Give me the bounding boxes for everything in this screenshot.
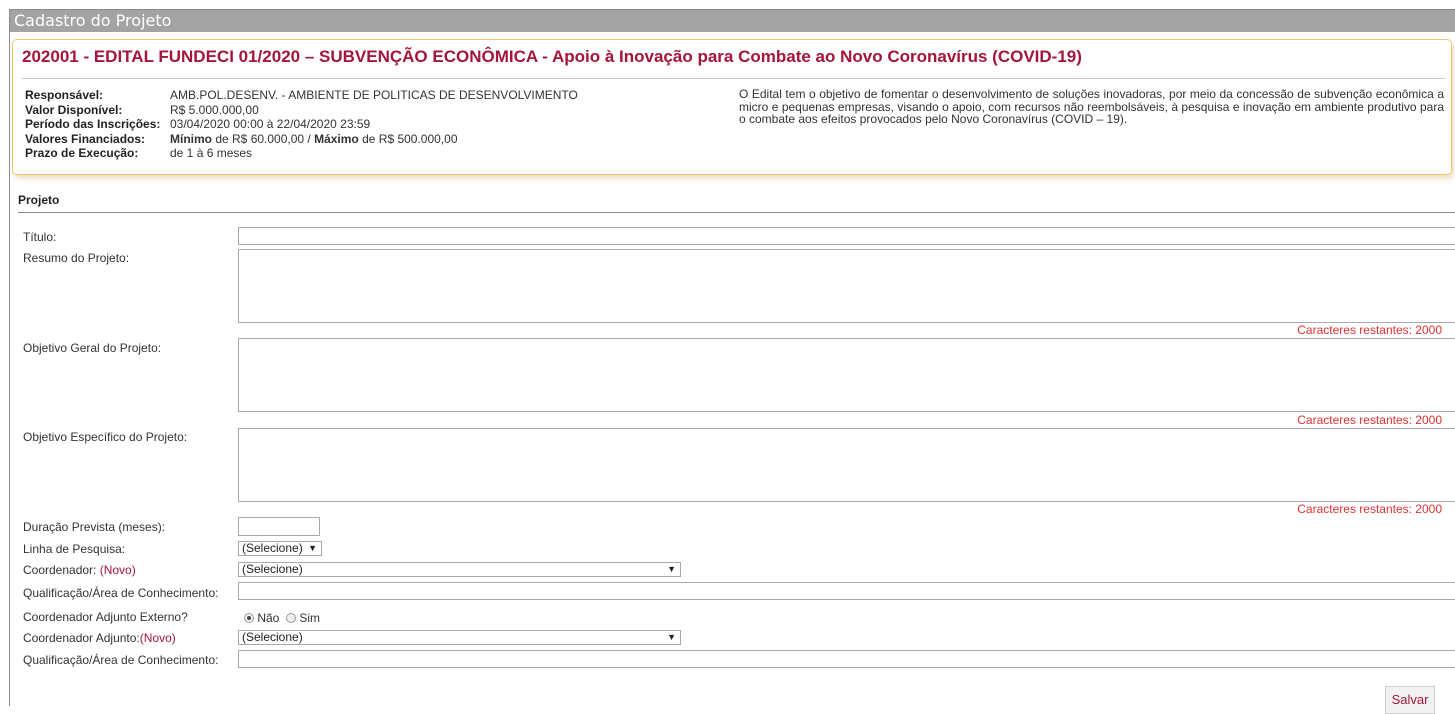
qualificacao-coordenador-label: Qualificação/Área de Conhecimento: bbox=[23, 586, 219, 600]
coordenador-adjunto-novo-link[interactable]: (Novo) bbox=[140, 631, 176, 645]
coordenador-novo-link[interactable]: (Novo) bbox=[100, 563, 136, 577]
valor-disponivel-value: R$ 5.000.000,00 bbox=[170, 102, 259, 117]
coordenador-label: Coordenador: (Novo) bbox=[23, 563, 136, 577]
resumo-label: Resumo do Projeto: bbox=[23, 251, 130, 265]
valor-minimo-label: Mínimo bbox=[170, 131, 212, 146]
periodo-value: 03/04/2020 00:00 à 22/04/2020 23:59 bbox=[170, 117, 371, 132]
chevron-down-icon: ▼ bbox=[308, 543, 317, 553]
duracao-label: Duração Prevista (meses): bbox=[23, 520, 166, 534]
valor-maximo-label: Máximo bbox=[314, 131, 359, 146]
radio-sim[interactable] bbox=[286, 613, 297, 623]
linha-pesquisa-selected: (Selecione) bbox=[242, 541, 303, 555]
responsavel-label: Responsável: bbox=[25, 88, 104, 102]
save-button[interactable]: Salvar bbox=[1385, 686, 1435, 714]
valores-financiados-label: Valores Financiados: bbox=[25, 131, 146, 146]
resumo-chars-remaining: Caracteres restantes: 2000 bbox=[1297, 323, 1442, 337]
edital-info-table: Responsável: AMB.POL.DESENV. - AMBIENTE … bbox=[25, 88, 578, 161]
objetivo-geral-chars-remaining: Caracteres restantes: 2000 bbox=[1297, 413, 1442, 427]
prazo-value: de 1 à 6 meses bbox=[170, 146, 253, 161]
objetivo-especifico-label: Objetivo Específico do Projeto: bbox=[23, 430, 188, 444]
window-title: Cadastro do Projeto bbox=[10, 10, 1455, 32]
periodo-label: Período das Inscrições: bbox=[25, 117, 161, 132]
objetivo-geral-label: Objetivo Geral do Projeto: bbox=[23, 341, 162, 355]
coordenador-select[interactable]: (Selecione) ▼ bbox=[238, 562, 681, 577]
responsavel-value: AMB.POL.DESENV. - AMBIENTE DE POLITICAS … bbox=[170, 88, 578, 102]
titulo-label: Título: bbox=[23, 230, 57, 244]
radio-nao[interactable] bbox=[244, 613, 254, 623]
edital-summary-panel: 202001 - EDITAL FUNDECI 01/2020 – SUBVEN… bbox=[12, 39, 1452, 175]
coordenador-selected: (Selecione) bbox=[242, 562, 303, 576]
adjunto-externo-label: Coordenador Adjunto Externo? bbox=[23, 610, 188, 624]
adjunto-externo-radio-group: Não Sim bbox=[244, 611, 320, 625]
chevron-down-icon: ▼ bbox=[667, 632, 676, 642]
resumo-textarea[interactable] bbox=[238, 249, 1455, 323]
qualificacao-adjunto-input[interactable] bbox=[238, 650, 1455, 668]
valor-disponivel-label: Valor Disponível: bbox=[25, 102, 123, 117]
valor-minimo-value: de R$ 60.000,00 / bbox=[212, 131, 315, 146]
qualificacao-coordenador-input[interactable] bbox=[238, 582, 1455, 600]
coordenador-adjunto-label-text: Coordenador Adjunto: bbox=[23, 631, 140, 645]
objetivo-geral-textarea[interactable] bbox=[238, 338, 1455, 412]
edital-title: 202001 - EDITAL FUNDECI 01/2020 – SUBVEN… bbox=[22, 47, 1082, 66]
duracao-input[interactable] bbox=[238, 517, 320, 536]
objetivo-especifico-chars-remaining: Caracteres restantes: 2000 bbox=[1297, 502, 1442, 516]
titulo-input[interactable] bbox=[238, 227, 1455, 245]
coordenador-adjunto-selected: (Selecione) bbox=[242, 630, 303, 644]
coordenador-label-text: Coordenador: bbox=[23, 563, 100, 577]
coordenador-adjunto-select[interactable]: (Selecione) ▼ bbox=[238, 630, 681, 645]
coordenador-adjunto-label: Coordenador Adjunto:(Novo) bbox=[23, 631, 176, 645]
qualificacao-adjunto-label: Qualificação/Área de Conhecimento: bbox=[23, 653, 219, 667]
objetivo-especifico-textarea[interactable] bbox=[238, 428, 1455, 502]
radio-sim-label: Sim bbox=[299, 611, 321, 625]
valores-financiados-value: Mínimo de R$ 60.000,00 / Máximo de R$ 50… bbox=[170, 132, 578, 147]
section-divider bbox=[18, 212, 1455, 213]
section-title-projeto: Projeto bbox=[18, 193, 60, 207]
edital-divider bbox=[22, 78, 1445, 79]
project-form-window: Cadastro do Projeto 202001 - EDITAL FUND… bbox=[9, 9, 1455, 714]
prazo-label: Prazo de Execução: bbox=[25, 146, 139, 161]
linha-pesquisa-select[interactable]: (Selecione) ▼ bbox=[238, 541, 322, 556]
chevron-down-icon: ▼ bbox=[667, 564, 676, 574]
edital-description: O Edital tem o objetivo de fomentar o de… bbox=[739, 87, 1444, 126]
radio-nao-label: Não bbox=[257, 611, 280, 625]
valor-maximo-value: de R$ 500.000,00 bbox=[358, 131, 458, 146]
linha-pesquisa-label: Linha de Pesquisa: bbox=[23, 542, 126, 556]
